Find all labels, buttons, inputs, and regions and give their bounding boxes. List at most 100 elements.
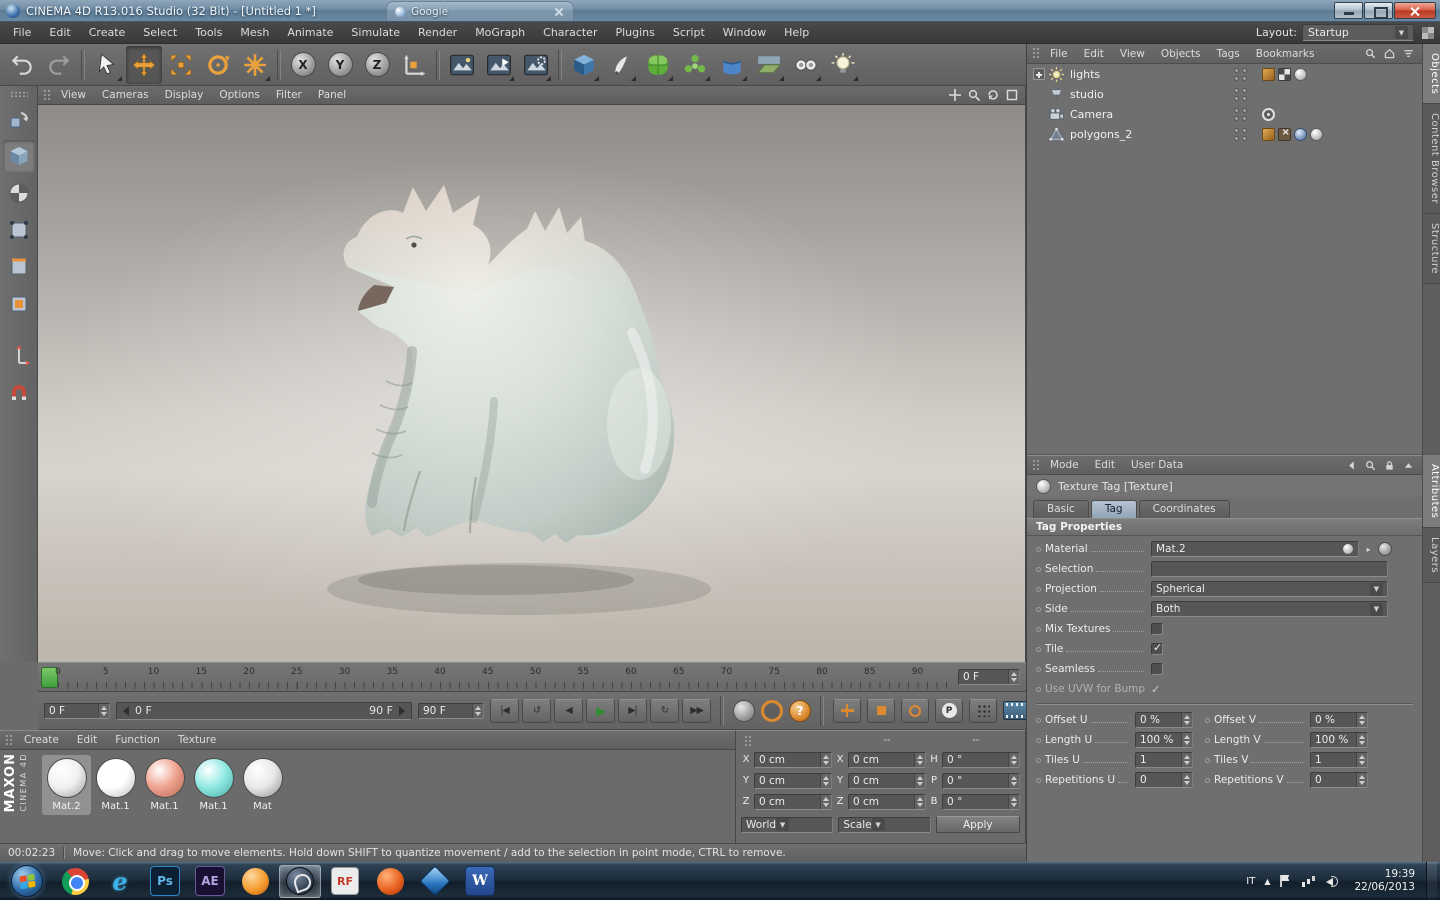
key-pla-button[interactable] bbox=[969, 698, 997, 723]
material-item-mat-1[interactable]: Mat.1 bbox=[189, 755, 238, 815]
media-player-taskbar-icon[interactable] bbox=[234, 865, 276, 898]
offset-v-field[interactable]: 0 % bbox=[1310, 712, 1368, 728]
animation-dot[interactable] bbox=[1036, 646, 1041, 652]
keyframe-help-button[interactable]: ? bbox=[789, 699, 811, 722]
spinner-arrows[interactable] bbox=[1008, 670, 1019, 684]
menu-item-edit[interactable]: Edit bbox=[1076, 44, 1112, 64]
timeline-range-slider[interactable]: 0 F 90 F bbox=[116, 701, 412, 720]
redo-icon[interactable] bbox=[41, 46, 77, 84]
add-spline-icon[interactable] bbox=[603, 46, 639, 84]
search-icon[interactable] bbox=[1364, 459, 1377, 472]
panel-grip[interactable] bbox=[43, 88, 50, 102]
length-v-field[interactable]: 100 % bbox=[1310, 732, 1368, 748]
side-tab-objects[interactable]: Objects bbox=[1423, 44, 1440, 105]
menu-item-help[interactable]: Help bbox=[775, 22, 818, 44]
tab-tag[interactable]: Tag bbox=[1090, 500, 1137, 518]
range-left-grip[interactable] bbox=[123, 705, 129, 716]
add-subdivision-icon[interactable] bbox=[640, 46, 676, 84]
menu-item-script[interactable]: Script bbox=[664, 22, 714, 44]
prev-frame-button[interactable]: ◀ bbox=[554, 698, 583, 723]
viewport-pan-icon[interactable] bbox=[948, 88, 962, 102]
animation-dot[interactable] bbox=[1036, 626, 1041, 632]
search-icon[interactable] bbox=[1364, 47, 1377, 60]
record-button[interactable] bbox=[733, 699, 755, 722]
range-start-field[interactable]: 0 F bbox=[44, 702, 110, 719]
layout-dropdown[interactable]: Startup bbox=[1302, 24, 1414, 41]
texture-tag[interactable] bbox=[1310, 127, 1323, 141]
home-icon[interactable] bbox=[1383, 47, 1396, 60]
size-x-field[interactable]: 0 cm bbox=[848, 751, 926, 768]
viewport-canvas[interactable] bbox=[38, 105, 1025, 662]
make-editable-icon[interactable] bbox=[3, 103, 35, 135]
tile-checkbox[interactable] bbox=[1151, 641, 1163, 655]
goto-end-button[interactable]: ▶▶ bbox=[682, 698, 711, 723]
menu-item-function[interactable]: Function bbox=[106, 731, 169, 750]
animation-dot[interactable] bbox=[1205, 737, 1210, 743]
editor-visibility-dots[interactable] bbox=[1234, 107, 1239, 121]
add-array-icon[interactable] bbox=[677, 46, 713, 84]
panel-grip[interactable] bbox=[1032, 458, 1039, 472]
chrome-taskbar-icon[interactable] bbox=[54, 865, 96, 898]
render-visibility-dots[interactable] bbox=[1242, 107, 1247, 121]
object-row-lights[interactable]: lights bbox=[1027, 64, 1422, 84]
material-field[interactable]: Mat.2 bbox=[1151, 541, 1359, 557]
menu-item-mesh[interactable]: Mesh bbox=[231, 22, 278, 44]
undo-icon[interactable] bbox=[4, 46, 40, 84]
photoshop-taskbar-icon[interactable]: Ps bbox=[144, 865, 186, 898]
animation-dot[interactable] bbox=[1036, 666, 1041, 672]
compositing-tag[interactable] bbox=[1262, 67, 1275, 81]
side-tab-attributes[interactable]: Attributes bbox=[1423, 455, 1440, 529]
menu-item-user-data[interactable]: User Data bbox=[1123, 455, 1191, 475]
position-z-field[interactable]: 0 cm bbox=[754, 793, 832, 810]
side-tab-layers[interactable]: Layers bbox=[1423, 528, 1440, 584]
axis-z-button[interactable]: Z bbox=[359, 46, 395, 84]
start-button[interactable] bbox=[3, 863, 51, 899]
phong-tag[interactable] bbox=[1294, 127, 1307, 141]
timeline-ruler[interactable]: 0 5 10 15 20 25 30 35 40 45 50 55 60 65 70 75 80 85 90 0 F bbox=[38, 662, 1026, 692]
add-light-icon[interactable] bbox=[825, 46, 861, 84]
play-reverse-button[interactable]: ↺ bbox=[522, 698, 551, 723]
range-end-field[interactable]: 90 F bbox=[418, 702, 484, 719]
tiles-v-field[interactable]: 1 bbox=[1310, 752, 1368, 768]
title-bar[interactable]: CINEMA 4D R13.016 Studio (32 Bit) - [Unt… bbox=[0, 0, 1440, 22]
axis-x-button[interactable]: X bbox=[285, 46, 321, 84]
viewport-rotate-icon[interactable] bbox=[986, 88, 1000, 102]
menu-item-objects[interactable]: Objects bbox=[1153, 44, 1209, 64]
key-position-button[interactable] bbox=[833, 698, 861, 723]
menu-item-simulate[interactable]: Simulate bbox=[342, 22, 409, 44]
material-item-mat-1[interactable]: Mat.1 bbox=[140, 755, 189, 815]
show-hidden-icons[interactable]: ▲ bbox=[1264, 877, 1270, 886]
toolbar-grip[interactable] bbox=[9, 91, 28, 98]
projection-dropdown[interactable]: Spherical bbox=[1151, 581, 1388, 597]
scale-mode-dropdown[interactable]: Scale bbox=[838, 816, 931, 833]
point-mode-icon[interactable] bbox=[3, 214, 35, 246]
menu-item-edit[interactable]: Edit bbox=[40, 22, 79, 44]
add-cube-icon[interactable] bbox=[566, 46, 602, 84]
rotation-h-field[interactable]: 0 ° bbox=[942, 751, 1020, 768]
autokey-button[interactable] bbox=[761, 699, 783, 722]
play-button[interactable]: ▶ bbox=[586, 698, 615, 723]
selection-tag[interactable] bbox=[1278, 127, 1291, 141]
texture-tag[interactable] bbox=[1294, 67, 1307, 81]
key-scale-button[interactable] bbox=[867, 698, 895, 723]
taskbar-clock[interactable]: 19:39 22/06/2013 bbox=[1348, 868, 1421, 894]
tab-basic[interactable]: Basic bbox=[1033, 500, 1089, 518]
menu-item-tags[interactable]: Tags bbox=[1209, 44, 1248, 64]
animation-dot[interactable] bbox=[1036, 586, 1041, 592]
panel-grip[interactable] bbox=[5, 733, 12, 747]
background-browser-tab[interactable]: Google bbox=[386, 1, 574, 21]
object-row-camera[interactable]: Camera bbox=[1027, 104, 1422, 124]
menu-item-edit[interactable]: Edit bbox=[1087, 455, 1123, 475]
up-arrow-icon[interactable] bbox=[1402, 459, 1415, 472]
object-name[interactable]: lights bbox=[1068, 68, 1100, 81]
axis-mode-icon[interactable] bbox=[3, 339, 35, 371]
volume-icon[interactable] bbox=[1325, 875, 1339, 887]
menu-item-create[interactable]: Create bbox=[80, 22, 135, 44]
object-row-polygons-2[interactable]: polygons_2 bbox=[1027, 124, 1422, 144]
animation-dot[interactable] bbox=[1036, 566, 1041, 572]
next-frame-button[interactable]: ▶| bbox=[618, 698, 647, 723]
timeline-panel-icon[interactable] bbox=[1003, 701, 1028, 720]
menu-item-view[interactable]: View bbox=[1112, 44, 1153, 64]
model-mode-icon[interactable] bbox=[2, 140, 35, 172]
axis-y-button[interactable]: Y bbox=[322, 46, 358, 84]
